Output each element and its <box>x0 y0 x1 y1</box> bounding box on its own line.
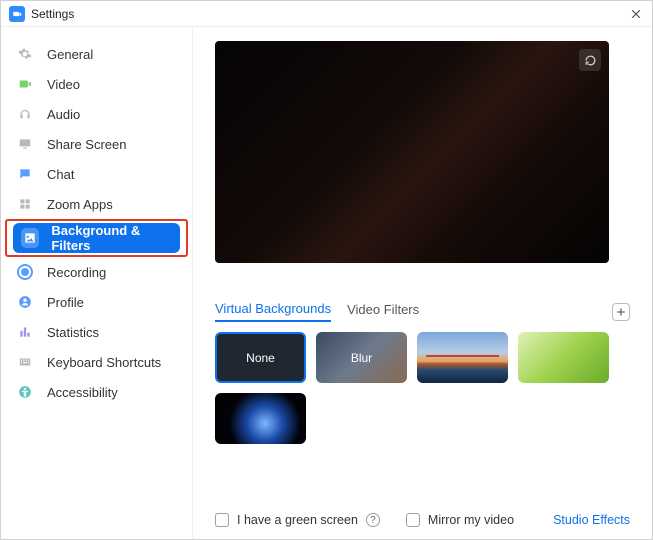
sidebar-item-video[interactable]: Video <box>1 69 192 99</box>
sidebar-item-label: Zoom Apps <box>47 197 113 212</box>
sidebar-item-audio[interactable]: Audio <box>1 99 192 129</box>
apps-icon <box>15 194 35 214</box>
sidebar-item-recording[interactable]: Recording <box>1 257 192 287</box>
headphones-icon <box>15 104 35 124</box>
accessibility-icon <box>15 382 35 402</box>
background-icon <box>21 228 39 248</box>
bg-thumb-grass[interactable] <box>518 332 609 383</box>
chat-icon <box>15 164 35 184</box>
window-title: Settings <box>31 7 74 21</box>
green-screen-checkbox[interactable] <box>215 513 229 527</box>
add-background-button[interactable] <box>612 303 630 321</box>
green-screen-label: I have a green screen <box>237 513 358 527</box>
bg-thumb-none[interactable]: None <box>215 332 306 383</box>
share-screen-icon <box>15 134 35 154</box>
close-button[interactable] <box>628 6 644 22</box>
sidebar-active-highlight: Background & Filters <box>5 219 188 257</box>
sidebar-item-label: Keyboard Shortcuts <box>47 355 161 370</box>
sidebar-item-accessibility[interactable]: Accessibility <box>1 377 192 407</box>
bg-thumb-label: Blur <box>351 351 372 365</box>
sidebar-item-label: Chat <box>47 167 74 182</box>
sidebar-item-zoom-apps[interactable]: Zoom Apps <box>1 189 192 219</box>
sidebar-item-label: General <box>47 47 93 62</box>
sidebar-item-label: Audio <box>47 107 80 122</box>
sidebar-item-statistics[interactable]: Statistics <box>1 317 192 347</box>
mirror-video-label: Mirror my video <box>428 513 514 527</box>
bg-thumb-earth[interactable] <box>215 393 306 444</box>
rotate-camera-button[interactable] <box>579 49 601 71</box>
sidebar-item-label: Statistics <box>47 325 99 340</box>
sidebar-item-chat[interactable]: Chat <box>1 159 192 189</box>
background-thumbnails: None Blur <box>215 332 630 444</box>
keyboard-icon <box>15 352 35 372</box>
sidebar-item-label: Accessibility <box>47 385 118 400</box>
sidebar-item-profile[interactable]: Profile <box>1 287 192 317</box>
gear-icon <box>15 44 35 64</box>
sidebar-item-background-filters[interactable]: Background & Filters <box>13 223 180 253</box>
recording-icon <box>15 262 35 282</box>
sidebar-item-label: Background & Filters <box>51 223 172 253</box>
bg-thumb-blur[interactable]: Blur <box>316 332 407 383</box>
profile-icon <box>15 292 35 312</box>
sidebar-item-share-screen[interactable]: Share Screen <box>1 129 192 159</box>
zoom-app-icon <box>9 6 25 22</box>
statistics-icon <box>15 322 35 342</box>
studio-effects-link[interactable]: Studio Effects <box>553 513 630 527</box>
tab-video-filters[interactable]: Video Filters <box>347 302 419 321</box>
sidebar-item-keyboard-shortcuts[interactable]: Keyboard Shortcuts <box>1 347 192 377</box>
sidebar-item-label: Recording <box>47 265 106 280</box>
mirror-video-checkbox[interactable] <box>406 513 420 527</box>
bg-thumb-golden-gate[interactable] <box>417 332 508 383</box>
tab-virtual-backgrounds[interactable]: Virtual Backgrounds <box>215 301 331 322</box>
video-icon <box>15 74 35 94</box>
sidebar-item-label: Video <box>47 77 80 92</box>
sidebar-item-general[interactable]: General <box>1 39 192 69</box>
sidebar-item-label: Share Screen <box>47 137 127 152</box>
video-preview <box>215 41 609 263</box>
settings-content: Virtual Backgrounds Video Filters None B… <box>193 27 652 539</box>
green-screen-help-icon[interactable]: ? <box>366 513 380 527</box>
sidebar-item-label: Profile <box>47 295 84 310</box>
bg-thumb-label: None <box>246 351 275 365</box>
settings-sidebar: General Video Audio Share Screen Chat Zo <box>1 27 193 539</box>
